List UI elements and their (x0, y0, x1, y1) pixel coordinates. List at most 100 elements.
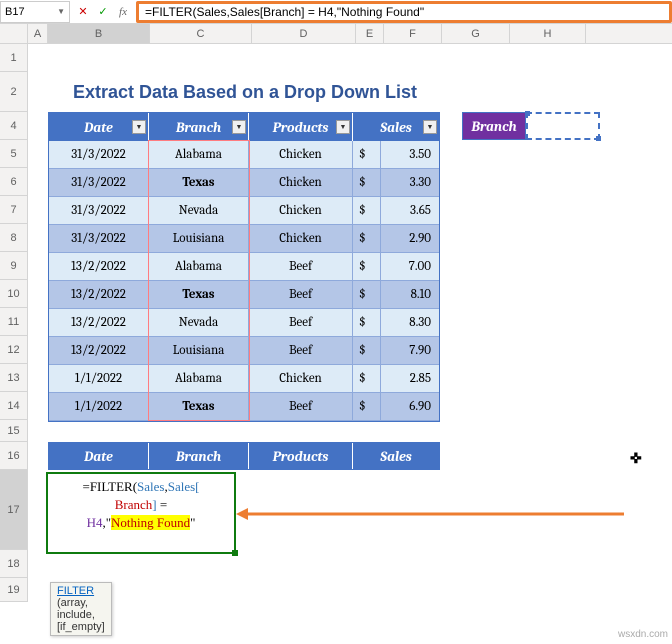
tooltip-fn[interactable]: FILTER (57, 585, 94, 597)
cell-products[interactable]: Chicken (249, 225, 353, 253)
cell-products[interactable]: Beef (249, 253, 353, 281)
table-row[interactable]: 31/3/2022TexasChicken$3.30 (49, 169, 439, 197)
cell-value[interactable]: 6.90 (381, 393, 439, 421)
name-box-dropdown-icon[interactable]: ▼ (57, 7, 65, 16)
cell-date[interactable]: 13/2/2022 (49, 309, 149, 337)
cell-date[interactable]: 31/3/2022 (49, 169, 149, 197)
cell-branch[interactable]: Texas (149, 393, 249, 421)
row-header-14[interactable]: 14 (0, 392, 28, 420)
cell-products[interactable]: Beef (249, 309, 353, 337)
table-row[interactable]: 31/3/2022LouisianaChicken$2.90 (49, 225, 439, 253)
cell-date[interactable]: 31/3/2022 (49, 197, 149, 225)
cell-products[interactable]: Chicken (249, 197, 353, 225)
cell-value[interactable]: 2.85 (381, 365, 439, 393)
row-header-15[interactable]: 15 (0, 420, 28, 442)
cell-currency[interactable]: $ (353, 393, 381, 421)
filter-icon[interactable]: ▼ (336, 120, 350, 134)
cell-branch[interactable]: Louisiana (149, 225, 249, 253)
cell-date[interactable]: 1/1/2022 (49, 393, 149, 421)
col-header-C[interactable]: C (150, 24, 252, 43)
table-row[interactable]: 31/3/2022NevadaChicken$3.65 (49, 197, 439, 225)
cell-value[interactable]: 7.00 (381, 253, 439, 281)
cell-products[interactable]: Chicken (249, 169, 353, 197)
cell-products[interactable]: Beef (249, 281, 353, 309)
accept-button[interactable]: ✓ (94, 3, 112, 21)
cell-value[interactable]: 3.30 (381, 169, 439, 197)
function-tooltip[interactable]: FILTER (array, include, [if_empty] (50, 582, 112, 636)
grid-area[interactable]: Extract Data Based on a Drop Down List D… (28, 44, 672, 602)
formula-input[interactable]: =FILTER(Sales,Sales[Branch] = H4,"Nothin… (136, 1, 672, 23)
cell-currency[interactable]: $ (353, 365, 381, 393)
cell-value[interactable]: 8.10 (381, 281, 439, 309)
col-header-H[interactable]: H (510, 24, 586, 43)
header-products[interactable]: Products▼ (249, 113, 353, 141)
col-header-B[interactable]: B (48, 24, 150, 43)
col-header-A[interactable]: A (28, 24, 48, 43)
branch-dropdown-cell[interactable] (526, 112, 600, 140)
cell-currency[interactable]: $ (353, 281, 381, 309)
row-header-12[interactable]: 12 (0, 336, 28, 364)
header-date[interactable]: Date▼ (49, 113, 149, 141)
table-row[interactable]: 31/3/2022AlabamaChicken$3.50 (49, 141, 439, 169)
filter-icon[interactable]: ▼ (423, 120, 437, 134)
cell-currency[interactable]: $ (353, 141, 381, 169)
cell-date[interactable]: 31/3/2022 (49, 225, 149, 253)
cell-branch[interactable]: Alabama (149, 365, 249, 393)
cell-date[interactable]: 13/2/2022 (49, 281, 149, 309)
table-row[interactable]: 1/1/2022TexasBeef$6.90 (49, 393, 439, 421)
cell-products[interactable]: Chicken (249, 141, 353, 169)
active-cell-formula[interactable]: =FILTER(Sales,Sales[Branch] = H4,"Nothin… (46, 472, 236, 554)
name-box[interactable]: B17 ▼ (0, 1, 70, 23)
row-header-16[interactable]: 16 (0, 442, 28, 470)
cell-branch[interactable]: Nevada (149, 197, 249, 225)
cell-branch[interactable]: Texas (149, 281, 249, 309)
row-header-18[interactable]: 18 (0, 550, 28, 578)
filter-icon[interactable]: ▼ (232, 120, 246, 134)
col-header-F[interactable]: F (384, 24, 442, 43)
cell-currency[interactable]: $ (353, 253, 381, 281)
row-header-13[interactable]: 13 (0, 364, 28, 392)
table-row[interactable]: 13/2/2022AlabamaBeef$7.00 (49, 253, 439, 281)
col-header-E[interactable]: E (356, 24, 384, 43)
cell-branch[interactable]: Texas (149, 169, 249, 197)
cancel-button[interactable]: ✕ (74, 3, 92, 21)
header-branch[interactable]: Branch▼ (149, 113, 249, 141)
row-header-17[interactable]: 17 (0, 470, 28, 550)
col-header-D[interactable]: D (252, 24, 356, 43)
row-header-8[interactable]: 8 (0, 224, 28, 252)
row-header-11[interactable]: 11 (0, 308, 28, 336)
filter-icon[interactable]: ▼ (132, 120, 146, 134)
row-header-7[interactable]: 7 (0, 196, 28, 224)
cell-value[interactable]: 2.90 (381, 225, 439, 253)
cell-date[interactable]: 13/2/2022 (49, 253, 149, 281)
cell-branch[interactable]: Louisiana (149, 337, 249, 365)
cell-currency[interactable]: $ (353, 225, 381, 253)
table-row[interactable]: 13/2/2022NevadaBeef$8.30 (49, 309, 439, 337)
row-header-19[interactable]: 19 (0, 578, 28, 602)
cell-products[interactable]: Beef (249, 337, 353, 365)
table-row[interactable]: 1/1/2022AlabamaChicken$2.85 (49, 365, 439, 393)
cell-date[interactable]: 31/3/2022 (49, 141, 149, 169)
cell-value[interactable]: 3.50 (381, 141, 439, 169)
row-header-9[interactable]: 9 (0, 252, 28, 280)
cell-products[interactable]: Chicken (249, 365, 353, 393)
row-header-4[interactable]: 4 (0, 112, 28, 140)
cell-value[interactable]: 7.90 (381, 337, 439, 365)
header-sales[interactable]: Sales▼ (353, 113, 439, 141)
select-all-corner[interactable] (0, 24, 28, 43)
row-header-1[interactable]: 1 (0, 44, 28, 72)
cell-branch[interactable]: Alabama (149, 253, 249, 281)
table-row[interactable]: 13/2/2022TexasBeef$8.10 (49, 281, 439, 309)
cell-currency[interactable]: $ (353, 309, 381, 337)
cell-value[interactable]: 3.65 (381, 197, 439, 225)
row-header-5[interactable]: 5 (0, 140, 28, 168)
col-header-G[interactable]: G (442, 24, 510, 43)
table-row[interactable]: 13/2/2022LouisianaBeef$7.90 (49, 337, 439, 365)
cell-branch[interactable]: Alabama (149, 141, 249, 169)
cell-date[interactable]: 13/2/2022 (49, 337, 149, 365)
fx-button[interactable]: fx (114, 3, 132, 21)
cell-branch[interactable]: Nevada (149, 309, 249, 337)
row-header-6[interactable]: 6 (0, 168, 28, 196)
cell-currency[interactable]: $ (353, 337, 381, 365)
cell-products[interactable]: Beef (249, 393, 353, 421)
